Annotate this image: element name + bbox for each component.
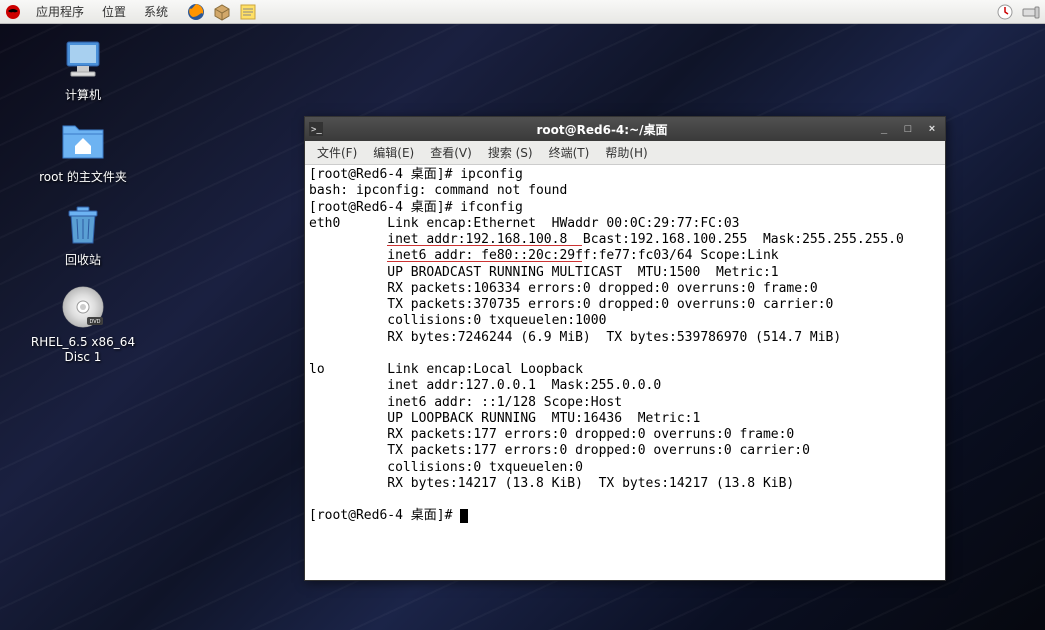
- redhat-logo-icon[interactable]: [4, 3, 22, 21]
- menu-system[interactable]: 系统: [136, 1, 176, 22]
- menu-file[interactable]: 文件(F): [309, 142, 365, 163]
- menu-search[interactable]: 搜索 (S): [480, 142, 541, 163]
- terminal-line: collisions:0 txqueuelen:0: [309, 460, 583, 475]
- menu-edit[interactable]: 编辑(E): [365, 142, 422, 163]
- terminal-line: inet addr:127.0.0.1 Mask:255.0.0.0: [309, 378, 661, 393]
- terminal-line: UP BROADCAST RUNNING MULTICAST MTU:1500 …: [309, 265, 779, 280]
- desktop-icon-label: 回收站: [65, 253, 101, 267]
- desktop-icon-home[interactable]: root 的主文件夹: [18, 118, 148, 184]
- gnome-top-panel: 应用程序 位置 系统: [0, 0, 1045, 24]
- trash-icon: [59, 201, 107, 249]
- terminal-line: [root@Red6-4 桌面]# ipconfig: [309, 167, 523, 182]
- terminal-line: eth0 Link encap:Ethernet HWaddr 00:0C:29…: [309, 216, 739, 231]
- menu-terminal[interactable]: 终端(T): [541, 142, 598, 163]
- terminal-cursor: [460, 509, 468, 523]
- menu-applications[interactable]: 应用程序: [28, 1, 92, 22]
- terminal-line: RX bytes:14217 (13.8 KiB) TX bytes:14217…: [309, 476, 794, 491]
- terminal-line: RX bytes:7246244 (6.9 MiB) TX bytes:5397…: [309, 330, 841, 345]
- window-titlebar[interactable]: >_ root@Red6-4:~/桌面 _ □ ×: [305, 117, 945, 141]
- svg-text:DVD: DVD: [89, 319, 100, 325]
- maximize-button[interactable]: □: [899, 122, 917, 136]
- terminal-icon: >_: [309, 122, 323, 136]
- desktop-icon-label: 计算机: [65, 88, 101, 102]
- menu-view[interactable]: 查看(V): [422, 142, 480, 163]
- terminal-line: collisions:0 txqueuelen:1000: [309, 313, 606, 328]
- annotation-underline: [387, 261, 582, 262]
- firefox-icon[interactable]: [186, 2, 206, 22]
- terminal-line: [root@Red6-4 桌面]# ifconfig: [309, 200, 523, 215]
- terminal-line: UP LOOPBACK RUNNING MTU:16436 Metric:1: [309, 411, 700, 426]
- computer-icon: [59, 36, 107, 84]
- dvd-icon: DVD: [59, 283, 107, 331]
- annotation-underline: [387, 245, 582, 246]
- package-icon[interactable]: [212, 2, 232, 22]
- terminal-line: [root@Red6-4 桌面]#: [309, 508, 460, 523]
- desktop-icon-label: RHEL_6.5 x86_64 Disc 1: [31, 335, 135, 364]
- terminal-line: TX packets:177 errors:0 dropped:0 overru…: [309, 443, 810, 458]
- menu-places[interactable]: 位置: [94, 1, 134, 22]
- update-icon[interactable]: [995, 2, 1015, 22]
- terminal-menubar: 文件(F) 编辑(E) 查看(V) 搜索 (S) 终端(T) 帮助(H): [305, 141, 945, 165]
- terminal-line: lo Link encap:Local Loopback: [309, 362, 583, 377]
- desktop-icon-computer[interactable]: 计算机: [18, 36, 148, 102]
- desktop-icon-dvd[interactable]: DVD RHEL_6.5 x86_64 Disc 1: [18, 283, 148, 364]
- terminal-line: RX packets:106334 errors:0 dropped:0 ove…: [309, 281, 818, 296]
- terminal-window[interactable]: >_ root@Red6-4:~/桌面 _ □ × 文件(F) 编辑(E) 查看…: [304, 116, 946, 581]
- desktop-icon-label: root 的主文件夹: [39, 170, 127, 184]
- close-button[interactable]: ×: [923, 122, 941, 136]
- terminal-line: RX packets:177 errors:0 dropped:0 overru…: [309, 427, 794, 442]
- home-folder-icon: [59, 118, 107, 166]
- terminal-line: TX packets:370735 errors:0 dropped:0 ove…: [309, 297, 833, 312]
- minimize-button[interactable]: _: [875, 122, 893, 136]
- terminal-line: inet6 addr: ::1/128 Scope:Host: [309, 395, 622, 410]
- terminal-line: bash: ipconfig: command not found: [309, 183, 567, 198]
- desktop-icon-trash[interactable]: 回收站: [18, 201, 148, 267]
- desktop-icons-area: 计算机 root 的主文件夹 回收站 DVD RHEL_6.5 x86_64 D…: [18, 36, 148, 364]
- svg-text:>_: >_: [311, 125, 322, 135]
- menu-help[interactable]: 帮助(H): [597, 142, 655, 163]
- window-title: root@Red6-4:~/桌面: [329, 121, 875, 138]
- terminal-output[interactable]: [root@Red6-4 桌面]# ipconfig bash: ipconfi…: [305, 165, 945, 580]
- notes-icon[interactable]: [238, 2, 258, 22]
- volume-icon[interactable]: [1021, 2, 1041, 22]
